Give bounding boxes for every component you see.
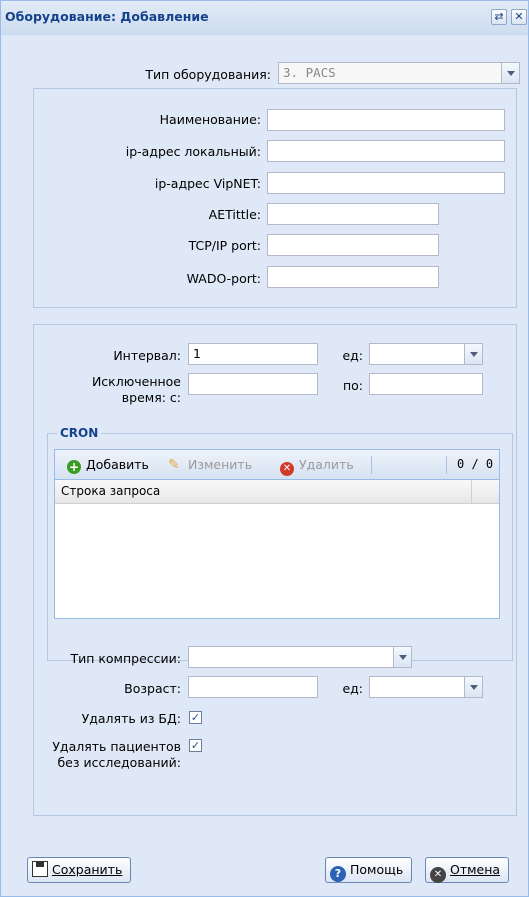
compression-type-label: Тип компрессии: — [70, 651, 181, 666]
wado-port-input[interactable] — [267, 266, 439, 288]
cron-delete-label: Удалить — [299, 457, 354, 472]
equipment-add-window: Оборудование: Добавление ⇄ ✕ Тип оборудо… — [0, 0, 529, 897]
pencil-icon: ✎ — [168, 457, 180, 473]
age-unit-combo[interactable] — [369, 676, 483, 698]
wado-port-label: WADO-port: — [186, 271, 261, 286]
cron-edit-button[interactable]: ✎ Изменить — [168, 457, 252, 473]
delete-patients-checkbox[interactable]: ✓ — [189, 739, 202, 752]
help-button[interactable]: ? Помощь — [325, 857, 413, 883]
excluded-to-label: по: — [342, 378, 363, 393]
close-icon[interactable]: ✕ — [511, 9, 527, 25]
tcp-port-label: TCP/IP port: — [188, 238, 261, 253]
toolbar-separator — [371, 456, 372, 474]
age-unit-label: ед: — [342, 681, 363, 696]
save-icon — [32, 861, 48, 877]
cancel-button[interactable]: ✕ Отмена — [425, 857, 510, 883]
aetitle-input[interactable] — [267, 203, 439, 225]
name-input[interactable] — [267, 109, 505, 131]
ip-vipnet-input[interactable] — [267, 172, 505, 194]
cron-grid: + Добавить ✎ Изменить ✕ Удалить 0 / 0 Строк… — [54, 449, 500, 619]
help-button-label: Помощь — [350, 862, 404, 877]
form-body: Тип оборудования: 3. PACS Наименование: … — [1, 35, 528, 896]
cancel-button-label: Отмена — [450, 862, 501, 877]
window-title: Оборудование: Добавление — [5, 9, 209, 24]
excluded-time-label: Исключенное время: с: — [91, 374, 181, 405]
age-label: Возраст: — [124, 681, 181, 696]
cron-edit-label: Изменить — [188, 457, 253, 472]
cancel-icon: ✕ — [430, 867, 446, 883]
chevron-down-icon[interactable] — [501, 63, 519, 83]
cron-add-label: Добавить — [86, 457, 149, 472]
ip-local-label: ip-адрес локальный: — [125, 144, 261, 159]
compression-type-combo[interactable] — [188, 646, 412, 668]
cron-add-button[interactable]: + Добавить — [67, 457, 149, 474]
age-input[interactable] — [188, 676, 318, 698]
equipment-type-value: 3. PACS — [283, 65, 336, 80]
interval-unit-combo[interactable] — [369, 343, 483, 365]
delete-db-label: Удалять из БД: — [81, 711, 181, 726]
aetitle-label: AETittle: — [208, 207, 261, 222]
add-icon: + — [67, 460, 81, 474]
excluded-from-input[interactable] — [188, 373, 318, 395]
column-header-query[interactable]: Строка запроса — [61, 484, 160, 498]
equipment-type-combo[interactable]: 3. PACS — [278, 62, 520, 84]
interval-input[interactable]: 1 — [188, 343, 318, 365]
chevron-down-icon[interactable] — [393, 647, 411, 667]
cron-grid-header: Строка запроса — [55, 480, 499, 504]
window-titlebar[interactable]: Оборудование: Добавление ⇄ ✕ — [1, 1, 528, 35]
column-separator — [471, 480, 472, 504]
delete-patients-label: Удалять пациентов без исследований: — [52, 739, 181, 770]
name-label: Наименование: — [159, 112, 261, 127]
interval-label: Интервал: — [113, 348, 181, 363]
cron-delete-button[interactable]: ✕ Удалить — [280, 457, 354, 476]
interval-unit-label: ед: — [342, 348, 363, 363]
ip-local-input[interactable] — [267, 140, 505, 162]
delete-db-checkbox[interactable]: ✓ — [189, 711, 202, 724]
cron-toolbar: + Добавить ✎ Изменить ✕ Удалить 0 / 0 — [55, 450, 499, 480]
tcp-port-input[interactable] — [267, 234, 439, 256]
delete-icon: ✕ — [280, 462, 294, 476]
equipment-type-label: Тип оборудования: — [145, 67, 271, 82]
chevron-down-icon[interactable] — [464, 677, 482, 697]
help-icon: ? — [330, 866, 346, 882]
ip-vipnet-label: ip-адрес VipNET: — [154, 176, 261, 191]
save-button-label: Сохранить — [52, 862, 123, 877]
cron-legend: CRON — [57, 426, 102, 440]
excluded-to-input[interactable] — [369, 373, 483, 395]
toolbar-separator — [446, 456, 447, 474]
save-button[interactable]: Сохранить — [27, 857, 132, 883]
cron-counter: 0 / 0 — [457, 457, 494, 471]
refresh-icon[interactable]: ⇄ — [491, 9, 507, 25]
chevron-down-icon[interactable] — [464, 344, 482, 364]
